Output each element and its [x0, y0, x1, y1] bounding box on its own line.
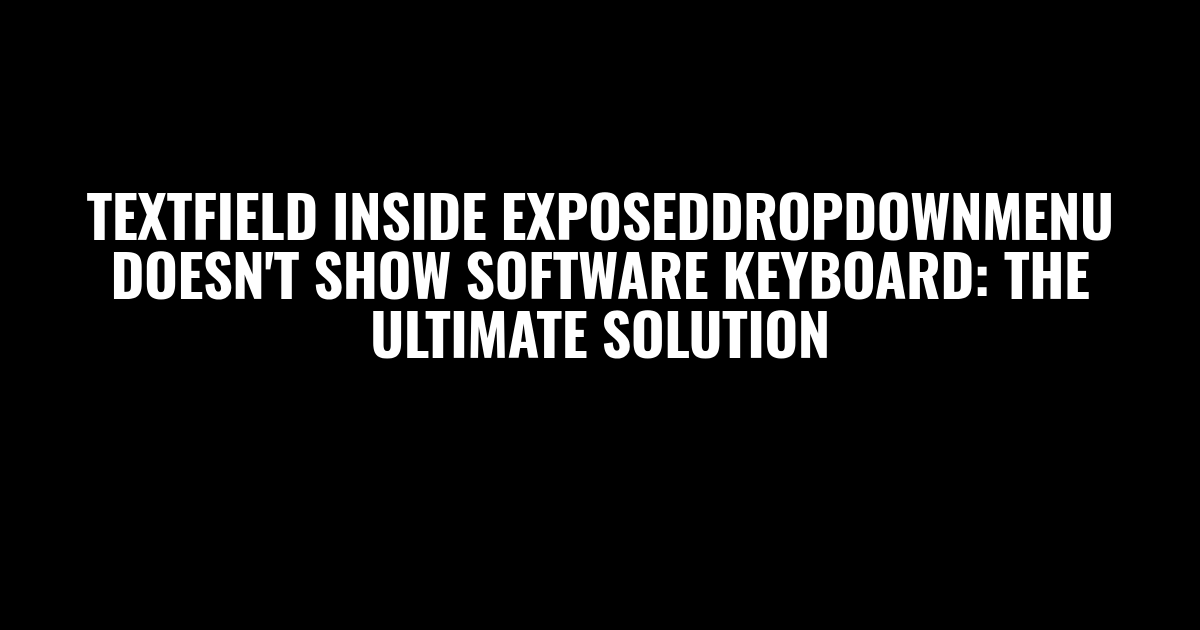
- article-title: TextField inside ExposedDropdownMenu doe…: [35, 185, 1165, 362]
